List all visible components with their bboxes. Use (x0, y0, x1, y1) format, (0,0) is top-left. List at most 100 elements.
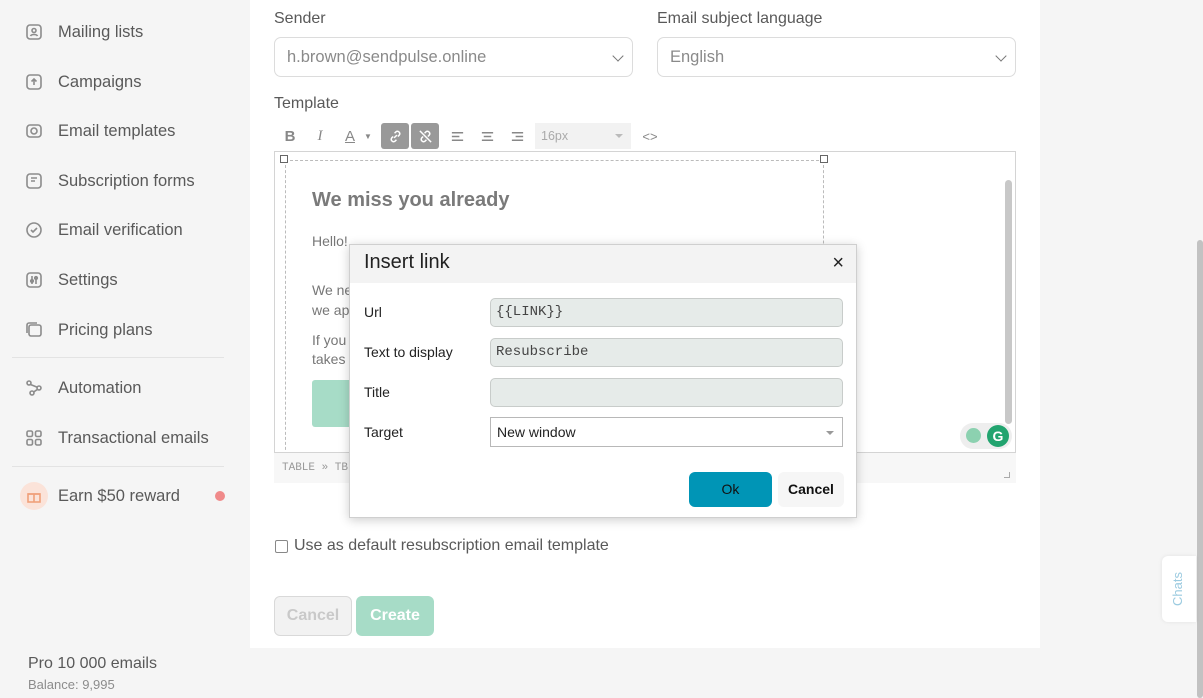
sidebar-item-email-verification[interactable]: Email verification (24, 215, 183, 245)
sidebar-divider (12, 357, 224, 358)
pricing-icon (24, 320, 44, 340)
plan-name: Pro 10 000 emails (28, 655, 157, 672)
dialog-title: Insert link (364, 251, 450, 273)
align-right-icon (511, 131, 523, 141)
editor-toolbar: B I A ▼ 16px <> (274, 121, 1016, 151)
font-size-select[interactable]: 16px (535, 123, 631, 149)
language-select[interactable]: English (657, 37, 1016, 77)
resize-grip-icon[interactable] (1004, 472, 1010, 478)
target-label: Target (364, 424, 403, 440)
link-icon (390, 130, 400, 142)
title-input[interactable] (490, 378, 843, 407)
sidebar-item-email-templates[interactable]: Email templates (24, 116, 175, 146)
sidebar-divider (12, 466, 224, 467)
sidebar-item-label: Campaigns (58, 72, 142, 91)
text-color-button[interactable]: A (336, 123, 364, 149)
element-path: TABLE » TB (282, 462, 349, 474)
sidebar-item-automation[interactable]: Automation (24, 373, 141, 403)
text-to-display-input[interactable]: Resubscribe (490, 338, 843, 367)
caret-down-icon (615, 134, 623, 138)
gift-icon (20, 482, 48, 510)
close-icon[interactable]: × (832, 252, 844, 275)
chats-widget[interactable]: Chats (1162, 556, 1196, 622)
source-code-button[interactable]: <> (636, 123, 664, 149)
language-label: Email subject language (657, 10, 823, 27)
align-center-icon (481, 131, 493, 141)
italic-button[interactable]: I (306, 123, 334, 149)
forms-icon (24, 171, 44, 191)
chevron-down-icon (612, 50, 624, 62)
bulb-icon (966, 428, 981, 443)
sidebar-item-label: Email templates (58, 121, 176, 140)
dialog-header: Insert link × (350, 245, 856, 283)
template-label: Template (274, 95, 339, 112)
grid-icon (24, 428, 44, 448)
bold-button[interactable]: B (276, 123, 304, 149)
page-scrollbar[interactable] (1197, 240, 1203, 698)
grammarly-icon: G (987, 425, 1009, 447)
check-circle-icon (24, 220, 44, 240)
contacts-icon (24, 22, 44, 42)
sidebar-item-pricing-plans[interactable]: Pricing plans (24, 315, 152, 345)
chevron-down-icon (995, 50, 1007, 62)
chats-label: Chats (1170, 572, 1185, 606)
cancel-button[interactable]: Cancel (274, 596, 352, 636)
title-label: Title (364, 384, 390, 400)
language-value: English (670, 48, 725, 66)
default-template-label[interactable]: Use as default resubscription email temp… (294, 537, 609, 555)
ok-button[interactable]: Ok (689, 472, 772, 507)
align-right-button[interactable] (503, 123, 531, 149)
insert-link-button[interactable] (381, 123, 409, 149)
email-text[interactable]: We ne (312, 282, 352, 298)
email-text[interactable]: we ap (312, 302, 349, 318)
url-input[interactable]: {{LINK}} (490, 298, 843, 327)
default-template-checkbox[interactable] (275, 540, 288, 553)
balance: Balance: 9,995 (28, 677, 115, 692)
sidebar-item-label: Subscription forms (58, 171, 195, 190)
create-button[interactable]: Create (356, 596, 434, 636)
campaigns-icon (24, 72, 44, 92)
sidebar-item-transactional-emails[interactable]: Transactional emails (24, 423, 209, 453)
sidebar-item-subscription-forms[interactable]: Subscription forms (24, 166, 195, 196)
align-center-button[interactable] (473, 123, 501, 149)
unlink-icon (418, 129, 432, 143)
email-text[interactable]: takes (312, 351, 345, 367)
resize-handle[interactable] (820, 155, 828, 163)
align-left-button[interactable] (443, 123, 471, 149)
sender-label: Sender (274, 10, 326, 27)
sidebar-item-label: Pricing plans (58, 320, 153, 339)
insert-link-dialog: Insert link × Url {{LINK}} Text to displ… (349, 244, 857, 518)
sliders-icon (24, 270, 44, 290)
notification-dot (215, 491, 225, 501)
resize-handle[interactable] (280, 155, 288, 163)
url-label: Url (364, 304, 382, 320)
sender-value: h.brown@sendpulse.online (287, 48, 487, 66)
sidebar-item-earn-reward[interactable]: Earn $50 reward (20, 481, 180, 511)
sidebar-item-label: Email verification (58, 220, 183, 239)
sidebar-item-label: Earn $50 reward (58, 486, 180, 505)
sidebar-item-label: Settings (58, 270, 118, 289)
caret-down-icon (826, 431, 834, 435)
sidebar: Mailing lists Campaigns Email templates … (0, 0, 236, 698)
align-left-icon (451, 131, 463, 141)
text-label: Text to display (364, 344, 453, 360)
email-greeting[interactable]: Hello! (312, 233, 348, 249)
grammarly-widget[interactable]: G (960, 423, 1012, 449)
caret-down-icon[interactable]: ▼ (362, 123, 374, 149)
sidebar-item-label: Automation (58, 378, 142, 397)
dialog-cancel-button[interactable]: Cancel (778, 472, 844, 507)
sender-select[interactable]: h.brown@sendpulse.online (274, 37, 633, 77)
editor-scrollbar[interactable] (1005, 180, 1012, 424)
email-text[interactable]: If you (312, 332, 346, 348)
email-heading[interactable]: We miss you already (312, 189, 510, 212)
target-value: New window (497, 424, 576, 440)
sidebar-item-label: Mailing lists (58, 22, 144, 41)
sidebar-item-mailing-lists[interactable]: Mailing lists (24, 17, 143, 47)
font-size-value: 16px (541, 129, 569, 143)
unlink-button[interactable] (411, 123, 439, 149)
sidebar-item-label: Transactional emails (58, 428, 209, 447)
sidebar-item-campaigns[interactable]: Campaigns (24, 67, 141, 97)
templates-icon (24, 121, 44, 141)
sidebar-item-settings[interactable]: Settings (24, 265, 118, 295)
target-select[interactable]: New window (490, 417, 843, 447)
